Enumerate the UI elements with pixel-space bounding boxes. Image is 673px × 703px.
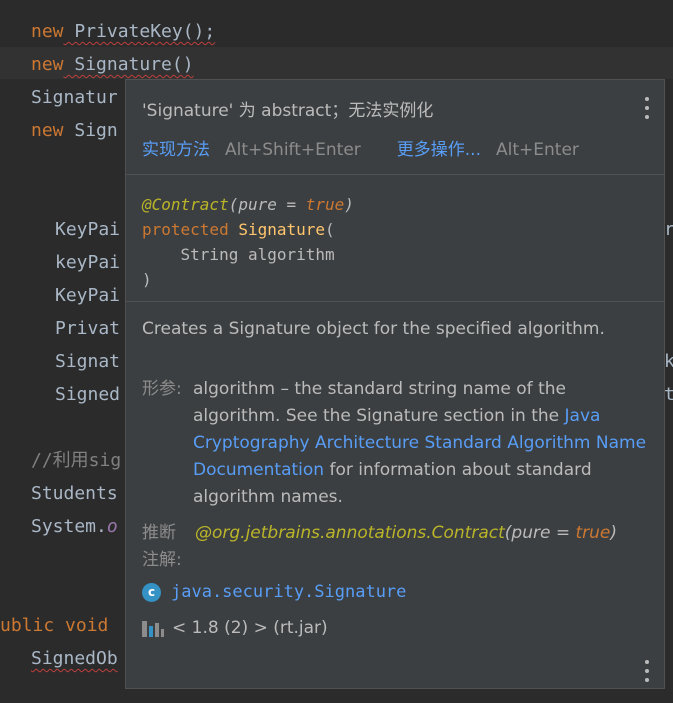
param-description: algorithm – the standard string name of … (193, 376, 652, 511)
constructor-name: Signature (238, 220, 326, 239)
library-icon (142, 619, 164, 637)
code-text: PrivateKey(); (63, 21, 216, 42)
code-line-6[interactable]: keyPai (55, 248, 120, 278)
inferred-label: 推断注解: (142, 523, 182, 570)
param-text: algorithm – the standard string name of … (193, 379, 566, 426)
code-fragment-right: k (664, 351, 673, 372)
library-text: < 1.8 (2) > (rt.jar) (172, 618, 328, 638)
quick-documentation-popup[interactable]: 'Signature' 为 abstract；无法实例化 实现方法 Alt+Shi… (125, 79, 665, 689)
more-actions-link[interactable]: 更多操作... (397, 140, 481, 160)
divider (126, 301, 664, 302)
code-line-8[interactable]: Privat (55, 314, 120, 344)
keyword: new (31, 21, 64, 42)
method-signature: @Contract(pure = true) protected Signatu… (142, 192, 354, 292)
inferred-args-close: ) (610, 523, 618, 543)
code-line-14[interactable]: ublic void (0, 611, 108, 641)
more-options-icon[interactable] (642, 97, 652, 119)
code-text: Signature() (63, 54, 194, 75)
code-line-3[interactable]: Signatur (31, 83, 118, 113)
code-text: SignedOb (31, 648, 118, 669)
code-line-2[interactable]: new Signature() (31, 50, 194, 80)
modifier-keyword: protected (142, 220, 229, 239)
code-line-13[interactable]: System.o (31, 512, 118, 542)
error-message: 'Signature' 为 abstract；无法实例化 (142, 101, 434, 121)
code-line-1[interactable]: new PrivateKey(); (31, 17, 215, 47)
code-fragment-right: r (664, 219, 673, 240)
inferred-args: (pure = (504, 523, 576, 543)
code-line-4[interactable]: new Sign (31, 116, 118, 146)
more-options-icon[interactable] (642, 660, 652, 682)
annotation-value: true (305, 195, 345, 214)
annotation-name: @Contract (142, 195, 229, 214)
library-info: < 1.8 (2) > (rt.jar) (142, 616, 328, 640)
code-fragment-right: t (664, 384, 673, 405)
class-name-link[interactable]: java.security.Signature (171, 580, 406, 604)
code-line-10[interactable]: Signed (55, 380, 120, 410)
class-icon: c (142, 582, 161, 602)
inferred-annotation-name: @org.jetbrains.annotations.Contract (195, 523, 505, 543)
annotation-args-close: ) (344, 195, 354, 214)
method-description: Creates a Signature object for the speci… (142, 319, 605, 339)
keyword: new (31, 120, 64, 141)
error-header: 'Signature' 为 abstract；无法实例化 实现方法 Alt+Shi… (126, 80, 664, 175)
inferred-annotation: @org.jetbrains.annotations.Contract(pure… (195, 520, 652, 547)
quick-fix-actions: 实现方法 Alt+Shift+Enter 更多操作... Alt+Enter (142, 135, 579, 160)
paren-open: ( (325, 220, 335, 239)
parameters-section: 形参: algorithm – the standard string name… (142, 376, 652, 511)
params-label: 形参: (142, 379, 182, 399)
more-actions-shortcut: Alt+Enter (496, 140, 579, 160)
code-field: o (106, 516, 118, 537)
inferred-value: true (575, 523, 611, 543)
inferred-annotations-section: 推断注解: @org.jetbrains.annotations.Contrac… (142, 520, 652, 570)
parameter-line: String algorithm (142, 245, 335, 264)
code-line-15[interactable]: SignedOb (31, 644, 118, 674)
keyword: ublic void (0, 615, 109, 636)
code-text: Sign (63, 120, 118, 141)
implement-shortcut: Alt+Shift+Enter (225, 140, 361, 160)
code-line-9[interactable]: Signat (55, 347, 120, 377)
keyword: new (31, 54, 64, 75)
code-line-7[interactable]: KeyPai (55, 281, 120, 311)
class-reference[interactable]: c java.security.Signature (142, 580, 406, 604)
implement-methods-link[interactable]: 实现方法 (142, 140, 210, 160)
code-text: System. (31, 516, 107, 537)
annotation-args: (pure = (228, 195, 306, 214)
paren-close: ) (142, 270, 152, 289)
code-line-12[interactable]: Students (31, 479, 118, 509)
code-line-5[interactable]: KeyPai (55, 215, 120, 245)
code-comment[interactable]: //利用sig (31, 446, 121, 476)
